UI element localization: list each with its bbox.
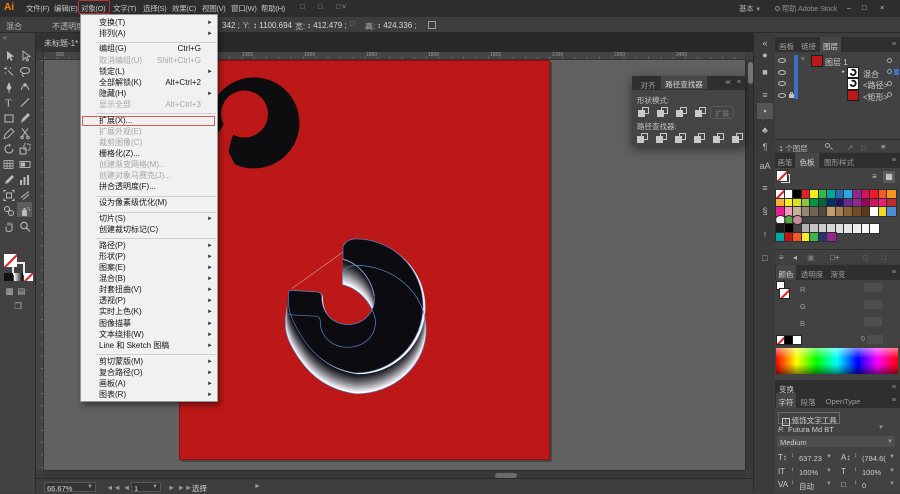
svg-text:T: T <box>5 98 12 110</box>
